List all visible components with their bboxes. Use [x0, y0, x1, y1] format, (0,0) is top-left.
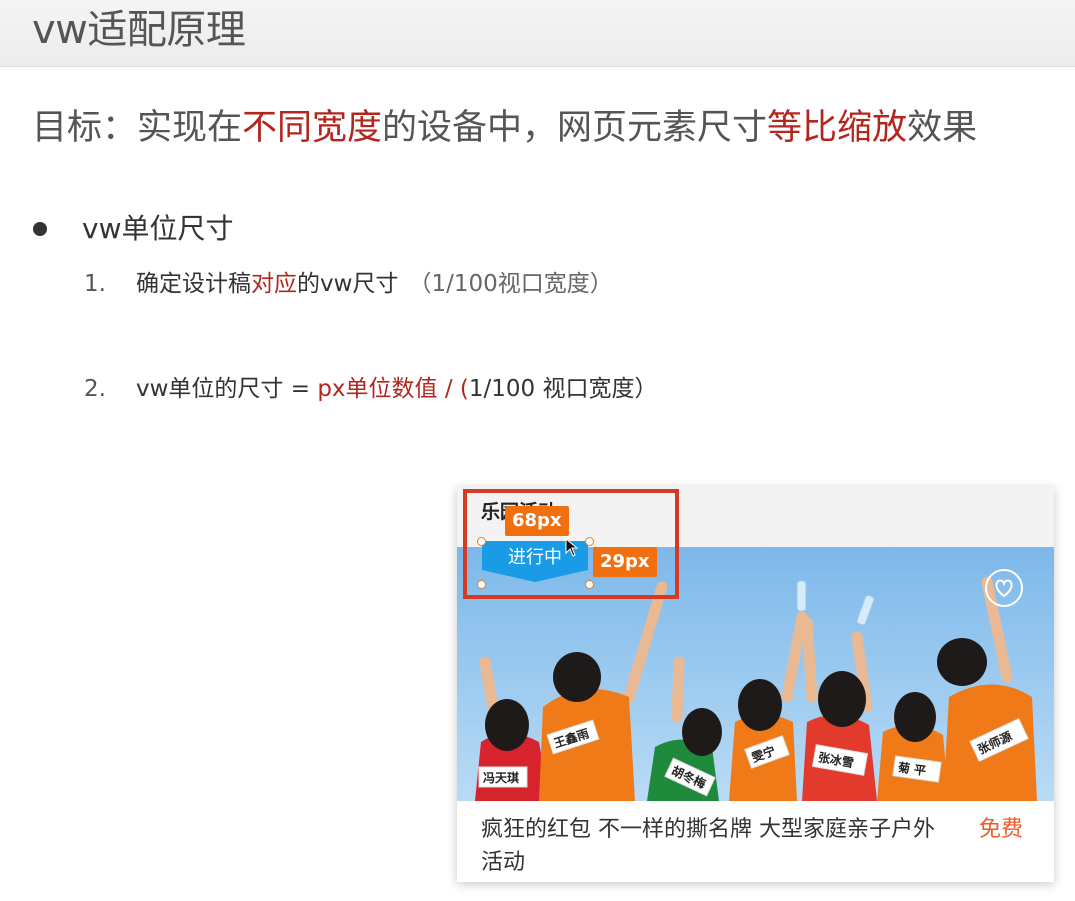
- step-2-post: 1/100 视口宽度）: [468, 376, 658, 402]
- width-measure-tag: 68px: [505, 506, 569, 536]
- card-description: 疯狂的红包 不一样的撕名牌 大型家庭亲子户外活动: [481, 817, 935, 875]
- mouse-cursor-icon: [565, 538, 579, 557]
- favorite-button[interactable]: [985, 569, 1023, 607]
- goal-highlight-scale: 等比缩放: [767, 108, 908, 148]
- goal-statement: 目标：实现在不同宽度的设备中，网页元素尺寸等比缩放效果: [32, 105, 977, 151]
- step-1-note: （1/100视口宽度）: [408, 271, 613, 297]
- step-2-text: vw单位的尺寸 = px单位数值 / (1/100 视口宽度）: [136, 373, 657, 405]
- step-2-highlight: px单位数值 / (: [317, 376, 469, 402]
- heart-icon: [995, 579, 1013, 598]
- step-2-number: 2.: [84, 376, 106, 402]
- name-tag-1: 冯天琪: [483, 770, 519, 785]
- height-measure-tag: 29px: [593, 547, 657, 577]
- step-1-pre: 确定设计稿: [136, 271, 251, 297]
- step-1-highlight: 对应: [251, 271, 297, 297]
- step-1-text: 确定设计稿对应的vw尺寸 （1/100视口宽度）: [136, 268, 613, 300]
- bullet-label: vw单位尺寸: [82, 212, 234, 245]
- card-price: 免费: [979, 817, 1024, 842]
- slide-title: vw适配原理: [32, 7, 246, 53]
- step-2-pre: vw单位的尺寸 =: [136, 376, 311, 402]
- goal-suffix: 效果: [907, 108, 978, 148]
- bullet-dot: [33, 222, 47, 236]
- slide-title-bar: vw适配原理: [0, 0, 1075, 67]
- step-1-post: 的vw尺寸: [297, 271, 399, 297]
- goal-highlight-width: 不同宽度: [242, 108, 383, 148]
- goal-middle: 的设备中，网页元素尺寸: [382, 108, 768, 148]
- goal-prefix: 目标：实现在: [32, 108, 243, 148]
- step-1-number: 1.: [84, 271, 106, 297]
